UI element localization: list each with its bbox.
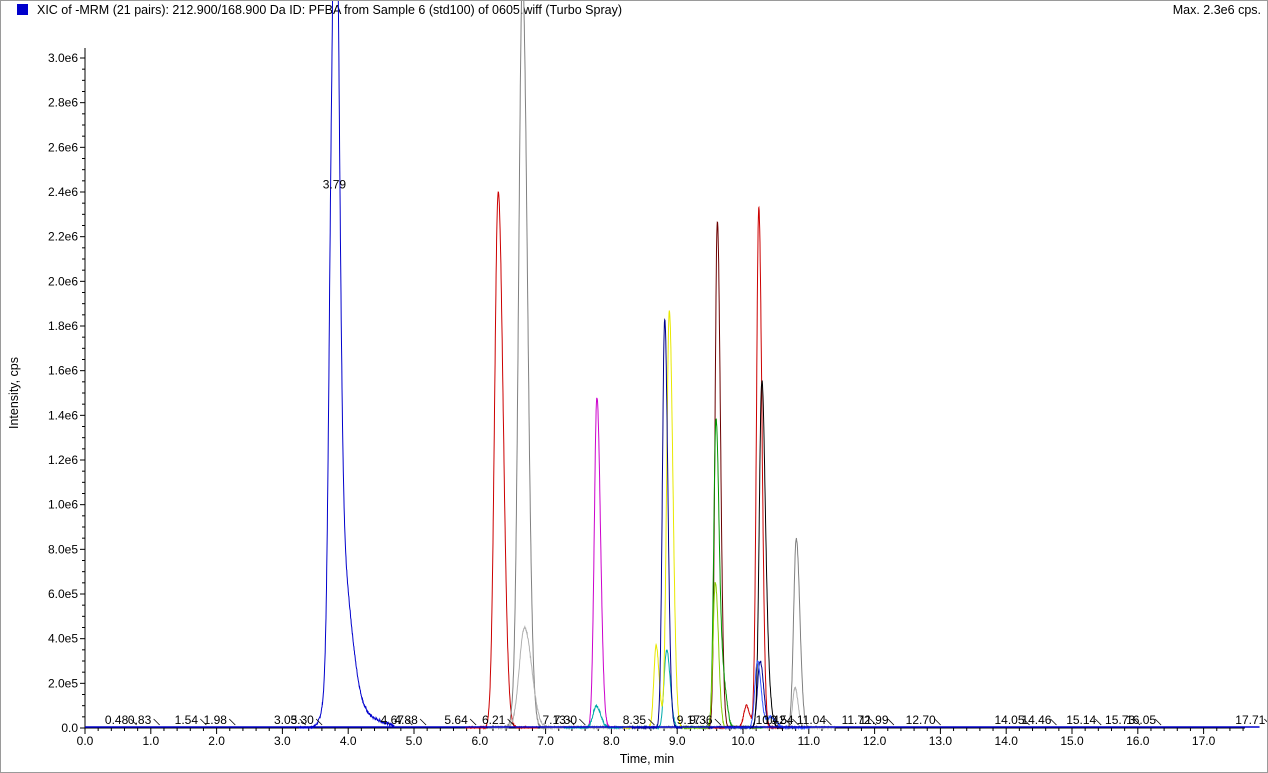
y-tick-label: 1.4e6 <box>48 408 78 422</box>
baseline-label: 1.98 <box>204 713 228 727</box>
series-line <box>465 191 539 730</box>
x-tick-label: 6.0 <box>471 734 488 748</box>
baseline-label: 5.64 <box>444 713 468 727</box>
y-tick-label: 2.0e6 <box>48 274 78 288</box>
series-line <box>682 581 756 730</box>
label-group: 3.790.48 0.83 1.54 1.98 3.053.30 4.674.88 5.64… <box>105 177 1267 727</box>
x-tick-label: 2.0 <box>208 734 225 748</box>
y-tick-label: 0.0 <box>61 721 78 735</box>
baseline-label: 3.30 <box>290 713 314 727</box>
x-tick-label: 9.0 <box>669 734 686 748</box>
y-axis-title: Intensity, cps <box>7 357 21 429</box>
chart-window: XIC of -MRM (21 pairs): 212.900/168.900 … <box>0 0 1268 773</box>
y-tick-label: 2.0e5 <box>48 676 78 690</box>
y-tick-label: 2.2e6 <box>48 230 78 244</box>
baseline-label: 12.70 <box>906 713 936 727</box>
x-tick-label: 13.0 <box>929 734 953 748</box>
baseline-label-tick <box>579 718 586 726</box>
x-axis-title: Time, min <box>620 752 674 766</box>
baseline-label-tick <box>714 718 722 726</box>
series-line <box>563 397 637 730</box>
baseline-label: 7.30 <box>554 713 578 727</box>
y-tick-label: 1.0e6 <box>48 498 78 512</box>
baseline-label: 15.14 <box>1066 713 1096 727</box>
y-tick-label: 2.6e6 <box>48 140 78 154</box>
x-tick-label: 15.0 <box>1060 734 1084 748</box>
series-group <box>85 1 1260 730</box>
x-tick-label: 4.0 <box>340 734 357 748</box>
baseline-label: 9.36 <box>689 713 713 727</box>
x-tick-label: 17.0 <box>1192 734 1216 748</box>
series-line <box>487 1 836 730</box>
peak-label: 3.79 <box>323 177 347 191</box>
baseline-label: 16.05 <box>1126 713 1156 727</box>
y-tick-label: 1.6e6 <box>48 364 78 378</box>
y-tick-label: 2.4e6 <box>48 185 78 199</box>
y-tick-label: 1.8e6 <box>48 319 78 333</box>
baseline-label-tick <box>229 718 236 726</box>
baseline-label: 11.99 <box>859 713 888 727</box>
baseline-label: 4.88 <box>394 713 418 727</box>
baseline-label: 0.83 <box>128 713 152 727</box>
baseline-label: 0.48 <box>105 713 129 727</box>
x-tick-label: 14.0 <box>995 734 1019 748</box>
baseline-label-tick <box>153 718 160 726</box>
y-tick-label: 6.0e5 <box>48 587 78 601</box>
baseline-label: 11.04 <box>797 713 826 727</box>
baseline-label-tick <box>825 718 832 726</box>
axes: 0.0 2.0e5 4.0e5 6.0e5 8.0e5 1.0e6 1.2e6 1.4e6 1.… <box>7 48 1245 766</box>
series-line <box>298 1 395 730</box>
baseline-label: 14.46 <box>1021 713 1051 727</box>
baseline-label: 10.54 <box>764 713 794 727</box>
x-tick-label: 0.0 <box>77 734 94 748</box>
baseline-label: 14.05 <box>994 713 1024 727</box>
x-tick-label: 8.0 <box>603 734 620 748</box>
baseline-label: 8.35 <box>623 713 647 727</box>
x-tick-label: 3.0 <box>274 734 291 748</box>
y-tick-label: 3.0e6 <box>48 51 78 65</box>
baseline-label-tick <box>419 718 427 726</box>
x-tick-label: 5.0 <box>406 734 423 748</box>
x-tick-label: 12.0 <box>863 734 887 748</box>
series-line <box>712 205 799 730</box>
x-tick-label: 16.0 <box>1126 734 1150 748</box>
series-line <box>684 221 758 730</box>
baseline-label: 17.71 <box>1235 713 1265 727</box>
series-line <box>682 418 763 730</box>
baseline-label: 6.21 <box>482 713 506 727</box>
x-tick-label: 7.0 <box>537 734 554 748</box>
x-tick-label: 10.0 <box>731 734 755 748</box>
y-tick-label: 1.2e6 <box>48 453 78 467</box>
baseline-label: 1.54 <box>175 713 199 727</box>
baseline-label-tick <box>469 718 477 726</box>
y-tick-label: 2.8e6 <box>48 96 78 110</box>
y-tick-label: 4.0e5 <box>48 632 78 646</box>
xic-plot: 0.0 2.0e5 4.0e5 6.0e5 8.0e5 1.0e6 1.2e6 1.4e6 1.… <box>7 1 1267 766</box>
x-tick-label: 1.0 <box>142 734 159 748</box>
baseline-label-tick <box>887 718 895 726</box>
x-tick-label: 11.0 <box>798 734 821 748</box>
y-tick-label: 8.0e5 <box>48 542 78 556</box>
